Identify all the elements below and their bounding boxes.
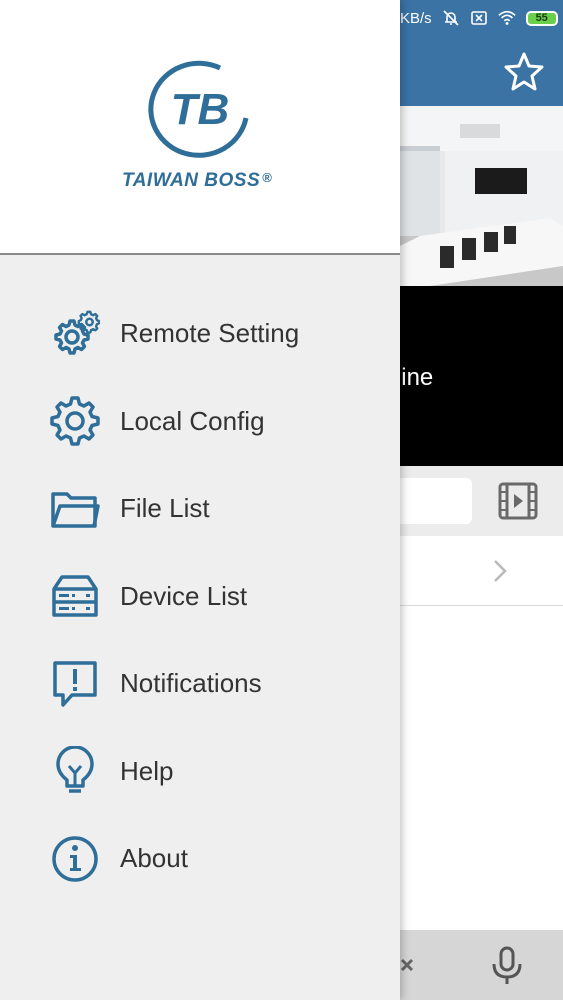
menu-item-remote-setting[interactable]: Remote Setting: [0, 290, 400, 378]
menu-label-help: Help: [120, 755, 174, 786]
chevron-right-icon: [492, 558, 508, 584]
menu-item-about[interactable]: About: [0, 815, 400, 903]
sim-off-icon: [470, 9, 488, 27]
menu-label-notifications: Notifications: [120, 668, 262, 699]
drawer-menu: Remote Setting Local Config File List De…: [0, 290, 400, 903]
menu-label-remote-setting: Remote Setting: [120, 318, 300, 349]
info-icon: [50, 834, 100, 884]
camera-preview[interactable]: [400, 106, 563, 286]
video-record-icon[interactable]: [498, 482, 538, 520]
controls-field[interactable]: [400, 478, 472, 524]
mute-bell-icon: [442, 9, 460, 27]
menu-label-local-config: Local Config: [120, 405, 265, 436]
menu-item-file-list[interactable]: File List: [0, 465, 400, 553]
microphone-icon[interactable]: [490, 946, 524, 986]
controls-row: [400, 466, 563, 536]
menu-item-help[interactable]: Help: [0, 728, 400, 816]
wifi-icon: [498, 9, 516, 27]
battery-indicator: 55: [525, 10, 558, 26]
network-speed: KB/s: [400, 9, 432, 27]
device-icon: [50, 571, 100, 621]
star-icon[interactable]: [503, 50, 545, 92]
logo-monogram: TB: [171, 85, 230, 134]
brand-registered-mark: ®: [262, 170, 273, 185]
close-icon[interactable]: [400, 952, 414, 978]
taiwan-boss-logo: TB: [148, 60, 249, 158]
menu-label-file-list: File List: [120, 493, 210, 524]
status-bar: KB/s 55: [400, 0, 563, 36]
menu-label-device-list: Device List: [120, 580, 248, 611]
gears-icon: [50, 309, 100, 359]
menu-item-device-list[interactable]: Device List: [0, 553, 400, 641]
menu-item-notifications[interactable]: Notifications: [0, 640, 400, 728]
menu-label-about: About: [120, 843, 188, 874]
bottom-bar: [400, 930, 563, 1000]
folder-icon: [50, 484, 100, 534]
menu-item-local-config[interactable]: Local Config: [0, 378, 400, 466]
camera-offline-pane[interactable]: ffline: [383, 286, 563, 466]
lightbulb-icon: [50, 746, 100, 796]
drawer-header: TB TAIWAN BOSS ®: [0, 0, 400, 255]
gear-icon: [50, 396, 100, 446]
brand-name: TAIWAN BOSS ®: [122, 170, 302, 194]
list-row[interactable]: [400, 536, 563, 606]
alert-message-icon: [50, 659, 100, 709]
app-toolbar: [400, 36, 563, 106]
brand-name-text: TAIWAN BOSS: [122, 170, 261, 191]
navigation-drawer: TB TAIWAN BOSS ® Remote Setting Local Co…: [0, 0, 400, 1000]
